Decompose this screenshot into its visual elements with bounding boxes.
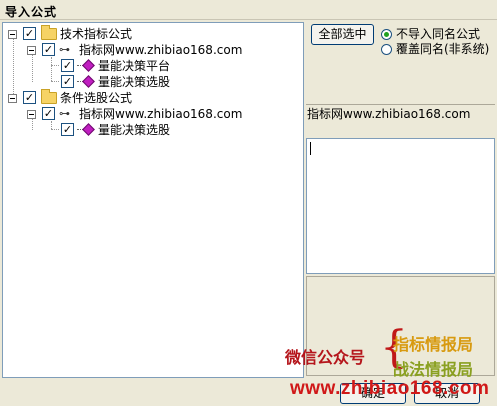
radio-no-import[interactable]: [381, 29, 392, 40]
folder-icon: [41, 89, 57, 104]
select-all-button[interactable]: 全部选中: [311, 24, 374, 45]
watermark-line2: 战法情报局: [393, 360, 474, 379]
key-icon: ⊶: [59, 43, 70, 56]
collapse-icon[interactable]: [8, 30, 17, 39]
formula-icon: [77, 123, 95, 136]
radio-no-import-label[interactable]: 不导入同名公式: [396, 27, 480, 41]
tree-node-formula-2[interactable]: ✓ 量能决策选股: [3, 74, 303, 90]
formula-icon: [77, 59, 95, 72]
tree-node-source-1[interactable]: ✓ ⊶ 指标网www.zhibiao168.com: [3, 42, 303, 58]
tree-node-label: 指标网www.zhibiao168.com: [79, 107, 243, 121]
source-info: 指标网www.zhibiao168.com: [306, 104, 495, 136]
folder-icon: [41, 25, 57, 40]
collapse-icon[interactable]: [27, 110, 36, 119]
source-path-text: 指标网www.zhibiao168.com: [307, 107, 471, 121]
window-title: 导入公式: [5, 5, 58, 19]
tree-node-label: 技术指标公式: [60, 27, 133, 41]
collapse-icon[interactable]: [27, 46, 36, 55]
collapse-icon[interactable]: [8, 94, 17, 103]
title-bar: 导入公式: [0, 0, 497, 20]
text-cursor: [310, 142, 311, 155]
tree-node-label: 量能决策平台: [98, 59, 171, 73]
checkbox[interactable]: ✓: [42, 107, 55, 120]
tree-node-label: 量能决策选股: [98, 123, 171, 137]
radio-overwrite[interactable]: [381, 44, 392, 55]
description-textarea[interactable]: [306, 138, 495, 274]
radio-overwrite-label[interactable]: 覆盖同名(非系统): [396, 42, 489, 56]
checkbox[interactable]: ✓: [23, 27, 36, 40]
tree-node-label: 条件选股公式: [60, 91, 133, 105]
checkbox[interactable]: ✓: [61, 59, 74, 72]
tree-node-formula-3[interactable]: ✓ 量能决策选股: [3, 122, 303, 138]
tree-node-label: 指标网www.zhibiao168.com: [79, 43, 243, 57]
watermark-line1: 指标情报局: [393, 335, 474, 354]
watermark-url: www.zhibiao168.com: [290, 378, 490, 399]
checkbox[interactable]: ✓: [61, 75, 74, 88]
key-icon: ⊶: [59, 107, 70, 120]
tree-node-formula-1[interactable]: ✓ 量能决策平台: [3, 58, 303, 74]
formula-icon: [77, 75, 95, 88]
tree-node-technical-formulas[interactable]: ✓ 技术指标公式: [3, 25, 303, 42]
checkbox[interactable]: ✓: [42, 43, 55, 56]
watermark-wechat: 微信公众号: [285, 348, 366, 367]
tree-node-label: 量能决策选股: [98, 75, 171, 89]
tree-node-condition-formulas[interactable]: ✓ 条件选股公式: [3, 89, 303, 106]
tree-node-source-2[interactable]: ✓ ⊶ 指标网www.zhibiao168.com: [3, 106, 303, 122]
checkbox[interactable]: ✓: [23, 91, 36, 104]
checkbox[interactable]: ✓: [61, 123, 74, 136]
formula-tree[interactable]: ✓ 技术指标公式 ✓ ⊶ 指标网www.zhibiao168.com ✓ 量能决…: [2, 22, 304, 378]
